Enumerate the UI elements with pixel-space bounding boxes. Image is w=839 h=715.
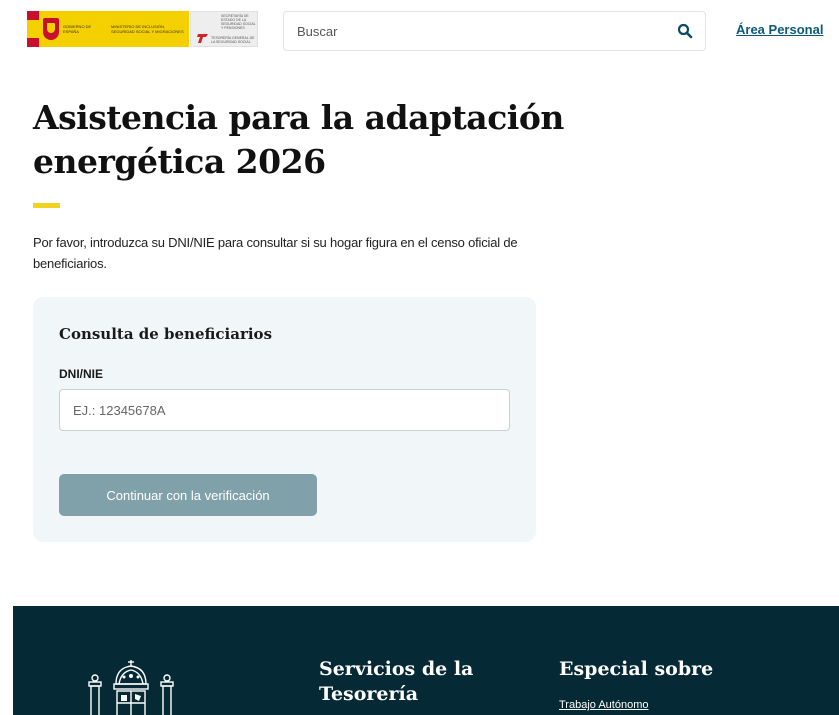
- footer-special-title: Especial sobre: [559, 658, 714, 680]
- footer-services-title: Servicios de la Tesorería: [319, 658, 474, 705]
- card-title: Consulta de beneficiarios: [59, 325, 273, 343]
- coat-of-arms-icon: [88, 660, 174, 715]
- site-footer: Servicios de la Tesorería Especial sobre…: [13, 606, 839, 715]
- flag-strip: [27, 11, 39, 47]
- tgss-mark-icon: [197, 34, 208, 43]
- government-logo[interactable]: Gobierno de España Ministerio de Inclusi…: [27, 11, 189, 47]
- tgss-logo[interactable]: Secretaría de Estado de la Seguridad Soc…: [190, 11, 258, 47]
- coat-of-arms-icon: [43, 18, 59, 40]
- beneficiary-lookup-card: Consulta de beneficiarios DNI/NIE Contin…: [33, 297, 536, 542]
- tgss-logo-secretaria-text: Secretaría de Estado de la Seguridad Soc…: [221, 14, 256, 30]
- continue-verification-button[interactable]: Continuar con la verificación: [59, 474, 317, 516]
- logo-ministry-text: Ministerio de Inclusión, Seguridad Socia…: [111, 24, 184, 34]
- area-personal-link[interactable]: Área Personal: [736, 22, 823, 37]
- title-accent-bar: [33, 203, 60, 208]
- search-icon[interactable]: [677, 23, 693, 39]
- footer-link-trabajo-autonomo[interactable]: Trabajo Autónomo: [559, 699, 648, 711]
- search-input[interactable]: [284, 12, 664, 50]
- dni-field-label: DNI/NIE: [59, 367, 104, 381]
- logo-gov-text: Gobierno de España: [63, 24, 92, 34]
- intro-text: Por favor, introduzca su DNI/NIE para co…: [33, 235, 518, 271]
- site-header: Gobierno de España Ministerio de Inclusi…: [0, 0, 839, 58]
- dni-input[interactable]: [59, 389, 510, 431]
- page-title: Asistencia para la adaptación energética…: [33, 98, 564, 181]
- tgss-logo-name-text: Tesorería General de la Seguridad Social: [211, 36, 255, 44]
- search-box: [283, 11, 706, 51]
